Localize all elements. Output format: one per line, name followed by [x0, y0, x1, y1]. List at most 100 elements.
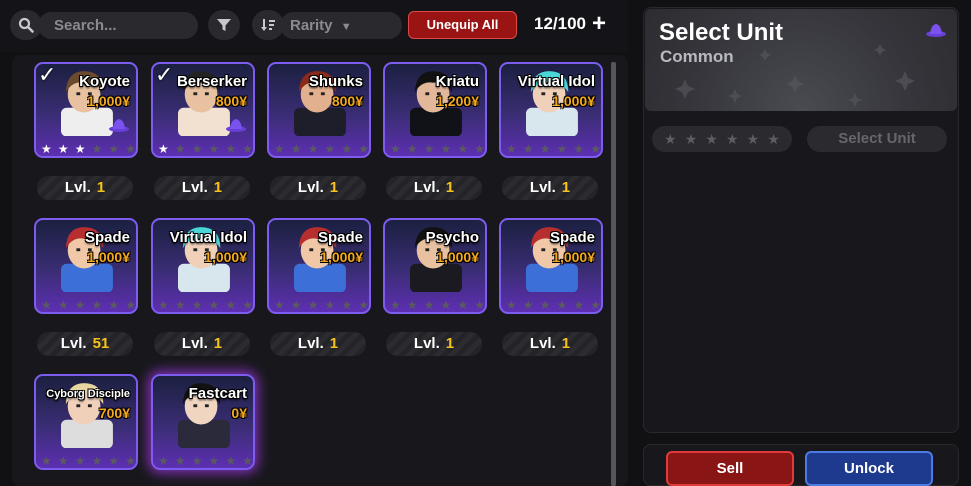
level-value: 1: [329, 179, 339, 196]
unit-star-rating: ★ ★ ★ ★ ★ ★: [390, 298, 485, 312]
level-value: 1: [561, 335, 571, 352]
star-icon: ★: [91, 454, 103, 468]
unit-price: 700¥: [98, 405, 130, 421]
unit-name: Psycho: [425, 229, 479, 246]
unit-level-pill: Lvl. 1: [270, 176, 366, 200]
unit-price: 1,200¥: [436, 93, 479, 109]
star-icon: ★: [423, 142, 435, 156]
level-value: 1: [445, 179, 455, 196]
star-icon: ★: [684, 130, 698, 147]
star-icon: ★: [307, 298, 319, 312]
unit-star-rating: ★ ★ ★ ★ ★ ★: [506, 298, 601, 312]
star-icon: ★: [705, 130, 718, 147]
unit-card[interactable]: ✓ Koyote 1,000¥ ★ ★ ★ ★ ★ ★: [34, 62, 138, 158]
search-button[interactable]: [10, 10, 42, 40]
star-icon: ★: [539, 142, 551, 156]
unit-name: Virtual Idol: [517, 73, 595, 90]
unit-card[interactable]: Psycho 1,000¥ ★ ★ ★ ★ ★ ★: [383, 218, 487, 314]
star-icon: ★: [158, 142, 169, 156]
unit-star-rating: ★ ★ ★ ★ ★ ★: [41, 142, 136, 156]
star-icon: ★: [358, 298, 369, 312]
add-slots-button[interactable]: +: [592, 10, 606, 38]
unit-price: 1,000¥: [87, 93, 130, 109]
star-icon: ★: [41, 142, 52, 156]
detail-star-rating: ★ ★ ★ ★ ★ ★: [652, 126, 792, 152]
unit-card[interactable]: Fastcart 0¥ ★ ★ ★ ★ ★ ★: [151, 374, 255, 470]
unit-price: 1,000¥: [204, 249, 247, 265]
unit-card[interactable]: Kriatu 1,200¥ ★ ★ ★ ★ ★ ★: [383, 62, 487, 158]
star-icon: ★: [573, 298, 585, 312]
unit-star-rating: ★ ★ ★ ★ ★ ★: [158, 142, 253, 156]
star-icon: ★: [108, 142, 120, 156]
star-icon: ★: [406, 298, 418, 312]
hat-icon: [226, 119, 246, 132]
scrollbar-thumb[interactable]: [611, 62, 616, 486]
unit-card[interactable]: Virtual Idol 1,000¥ ★ ★ ★ ★ ★ ★: [151, 218, 255, 314]
star-icon: ★: [41, 298, 52, 312]
star-icon: ★: [274, 142, 285, 156]
unit-price: 800¥: [215, 93, 247, 109]
unit-card[interactable]: ✓ Berserker 800¥ ★ ★ ★ ★ ★ ★: [151, 62, 255, 158]
level-label: Lvl.: [60, 335, 87, 352]
star-icon: ★: [225, 298, 237, 312]
unit-card[interactable]: Spade 1,000¥ ★ ★ ★ ★ ★ ★: [34, 218, 138, 314]
unit-card[interactable]: Spade 1,000¥ ★ ★ ★ ★ ★ ★: [499, 218, 603, 314]
star-icon: ★: [556, 142, 568, 156]
unit-price: 1,000¥: [320, 249, 363, 265]
star-icon: ★: [506, 142, 517, 156]
unit-card[interactable]: Spade 1,000¥ ★ ★ ★ ★ ★ ★: [267, 218, 371, 314]
sell-button[interactable]: Sell: [666, 451, 794, 486]
unit-level-pill: Lvl. 1: [386, 176, 482, 200]
star-icon: ★: [307, 142, 319, 156]
chevron-down-icon: ▼: [340, 21, 352, 33]
level-value: 1: [96, 179, 106, 196]
equipped-check-icon: ✓: [155, 62, 174, 87]
level-label: Lvl.: [529, 179, 556, 196]
search-icon: [18, 17, 34, 33]
unit-name: Shunks: [308, 73, 363, 90]
level-value: 1: [213, 335, 223, 352]
rarity-dropdown[interactable]: Rarity ▼: [280, 12, 402, 39]
star-icon: ★: [242, 298, 253, 312]
star-icon: ★: [57, 298, 69, 312]
select-unit-button[interactable]: Select Unit: [807, 126, 947, 152]
unit-star-rating: ★ ★ ★ ★ ★ ★: [390, 142, 485, 156]
unit-card[interactable]: Cyborg Disciple 700¥ ★ ★ ★ ★ ★ ★: [34, 374, 138, 470]
star-icon: ★: [125, 142, 136, 156]
star-icon: ★: [406, 142, 418, 156]
star-icon: ★: [108, 298, 120, 312]
unit-price: 1,000¥: [87, 249, 130, 265]
star-icon: ★: [225, 454, 237, 468]
star-icon: ★: [324, 142, 336, 156]
star-icon: ★: [274, 298, 285, 312]
unit-card[interactable]: Shunks 800¥ ★ ★ ★ ★ ★ ★: [267, 62, 371, 158]
star-icon: ★: [174, 142, 186, 156]
star-icon: ★: [225, 142, 237, 156]
star-icon: ★: [556, 298, 568, 312]
filter-button[interactable]: [208, 10, 240, 40]
star-icon: ★: [440, 142, 452, 156]
level-value: 1: [561, 179, 571, 196]
star-icon: ★: [191, 454, 203, 468]
star-icon: ★: [290, 298, 302, 312]
star-icon: ★: [91, 142, 103, 156]
sort-button[interactable]: [252, 10, 284, 40]
unit-level-pill: Lvl. 1: [154, 176, 250, 200]
star-icon: ★: [324, 298, 336, 312]
unit-price: 1,000¥: [552, 93, 595, 109]
star-icon: ★: [573, 142, 585, 156]
unlock-button[interactable]: Unlock: [805, 451, 933, 486]
unit-name: Cyborg Disciple: [46, 388, 130, 400]
star-icon: ★: [726, 130, 739, 147]
unit-star-rating: ★ ★ ★ ★ ★ ★: [41, 454, 136, 468]
level-label: Lvl.: [181, 335, 208, 352]
unit-star-rating: ★ ★ ★ ★ ★ ★: [158, 454, 253, 468]
unequip-all-button[interactable]: Unequip All: [408, 11, 517, 39]
unit-card[interactable]: Virtual Idol 1,000¥ ★ ★ ★ ★ ★ ★: [499, 62, 603, 158]
unit-star-rating: ★ ★ ★ ★ ★ ★: [506, 142, 601, 156]
search-input[interactable]: Search...: [38, 12, 198, 39]
unit-star-rating: ★ ★ ★ ★ ★ ★: [274, 142, 369, 156]
equipped-check-icon: ✓: [38, 62, 57, 87]
star-icon: ★: [767, 130, 780, 147]
level-label: Lvl.: [181, 179, 208, 196]
